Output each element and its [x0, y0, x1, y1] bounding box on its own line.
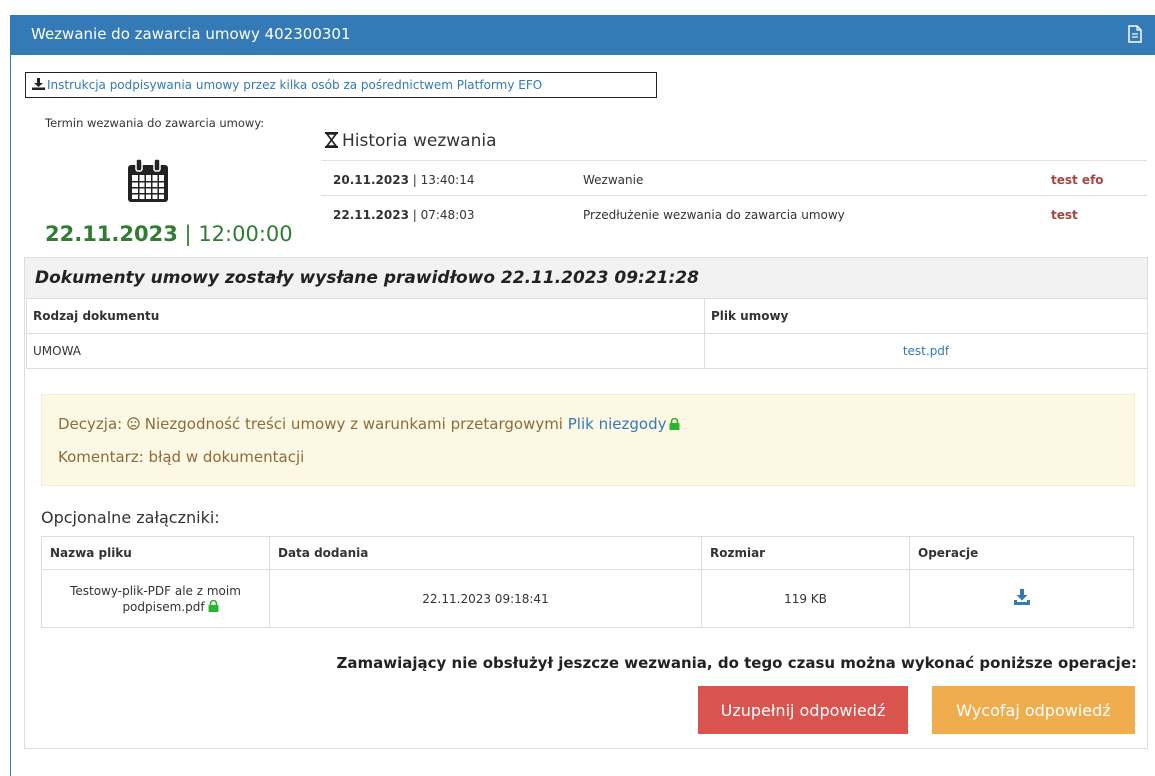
withdraw-response-button[interactable]: Wycofaj odpowiedź — [932, 686, 1135, 734]
decision-text: Niezgodność treści umowy z warunkami prz… — [144, 415, 563, 433]
attachment-operations — [909, 569, 1134, 628]
documents-section: Dokumenty umowy zostały wysłane prawidło… — [24, 257, 1148, 749]
document-icon[interactable] — [1128, 25, 1142, 43]
table-header-row: Nazwa pliku Data dodania Rozmiar Operacj… — [41, 536, 1134, 570]
panel-header: Wezwanie do zawarcia umowy 402300301 — [11, 15, 1155, 55]
pending-notice: Zamawiający nie obsłużył jeszcze wezwani… — [336, 654, 1137, 672]
documents-heading: Dokumenty umowy zostały wysłane prawidło… — [25, 258, 1147, 298]
attachment-date: 22.11.2023 09:18:41 — [269, 569, 702, 628]
table-row: Testowy-plik-PDF ale z moim podpisem.pdf… — [41, 569, 1134, 628]
instruction-link[interactable]: Instrukcja podpisywania umowy przez kilk… — [25, 72, 657, 98]
column-header: Operacje — [909, 536, 1134, 570]
column-header: Rozmiar — [701, 536, 910, 570]
lock-icon — [208, 599, 219, 612]
history-date: 20.11.2023 — [333, 173, 409, 187]
disagreement-file-link[interactable]: Plik niezgody — [568, 415, 667, 433]
decision-alert: Decyzja: Niezgodność treści umowy z waru… — [41, 394, 1135, 486]
history-event: Przedłużenie wezwania do zawarcia umowy — [583, 208, 845, 222]
deadline-time: 12:00:00 — [198, 222, 293, 246]
history-title-text: Historia wezwania — [342, 131, 497, 151]
history-time: 07:48:03 — [420, 208, 475, 222]
complete-response-button[interactable]: Uzupełnij odpowiedź — [698, 686, 908, 734]
column-header: Plik umowy — [704, 298, 1148, 334]
attachment-size: 119 KB — [701, 569, 910, 628]
history-user: test efo — [1051, 173, 1104, 187]
download-icon — [32, 78, 45, 90]
history-datetime: 22.11.2023 | 07:48:03 — [333, 208, 475, 222]
instruction-link-text: Instrukcja podpisywania umowy przez kilk… — [47, 78, 543, 92]
deadline-datetime: 22.11.2023 | 12:00:00 — [45, 222, 293, 246]
document-type: UMOWA — [26, 333, 705, 369]
column-header: Nazwa pliku — [41, 536, 270, 570]
deadline-separator: | — [184, 222, 192, 246]
attachment-name-line2: podpisem.pdf — [122, 599, 205, 614]
column-header: Rodzaj dokumentu — [26, 298, 705, 334]
column-header: Data dodania — [269, 536, 702, 570]
history-event: Wezwanie — [583, 173, 644, 187]
contract-file-link[interactable]: test.pdf — [704, 333, 1148, 369]
attachments-label: Opcjonalne załączniki: — [41, 508, 220, 527]
lock-icon — [669, 418, 680, 430]
deadline-label: Termin wezwania do zawarcia umowy: — [45, 116, 265, 130]
download-icon[interactable] — [1013, 589, 1030, 605]
history-datetime: 20.11.2023 | 13:40:14 — [333, 173, 475, 187]
hourglass-icon — [325, 132, 338, 148]
calendar-icon — [128, 159, 168, 202]
frown-icon — [127, 417, 140, 430]
history-user: test — [1051, 208, 1078, 222]
decision-label: Decyzja: — [58, 415, 123, 433]
attachment-name: Testowy-plik-PDF ale z moim podpisem.pdf — [41, 569, 270, 628]
deadline-date: 22.11.2023 — [45, 222, 178, 246]
table-header-row: Rodzaj dokumentu Plik umowy — [26, 298, 1148, 334]
attachment-name-line1: Testowy-plik-PDF ale z moim — [70, 583, 241, 598]
history-row: 22.11.2023 | 07:48:03 Przedłużenie wezwa… — [321, 196, 1147, 232]
decision-comment: Komentarz: błąd w dokumentacji — [58, 448, 305, 466]
documents-table: Rodzaj dokumentu Plik umowy UMOWA test.p… — [26, 298, 1148, 369]
decision-line: Decyzja: Niezgodność treści umowy z waru… — [58, 415, 680, 433]
history-date: 22.11.2023 — [333, 208, 409, 222]
table-row: UMOWA test.pdf — [26, 333, 1148, 369]
panel-title: Wezwanie do zawarcia umowy 402300301 — [31, 25, 351, 43]
attachments-table: Nazwa pliku Data dodania Rozmiar Operacj… — [41, 536, 1134, 628]
history-row: 20.11.2023 | 13:40:14 Wezwanie test efo — [321, 160, 1147, 196]
history-time: 13:40:14 — [420, 173, 475, 187]
documents-heading-text: Dokumenty umowy zostały wysłane prawidło… — [35, 268, 699, 288]
history-title: Historia wezwania — [325, 131, 497, 151]
